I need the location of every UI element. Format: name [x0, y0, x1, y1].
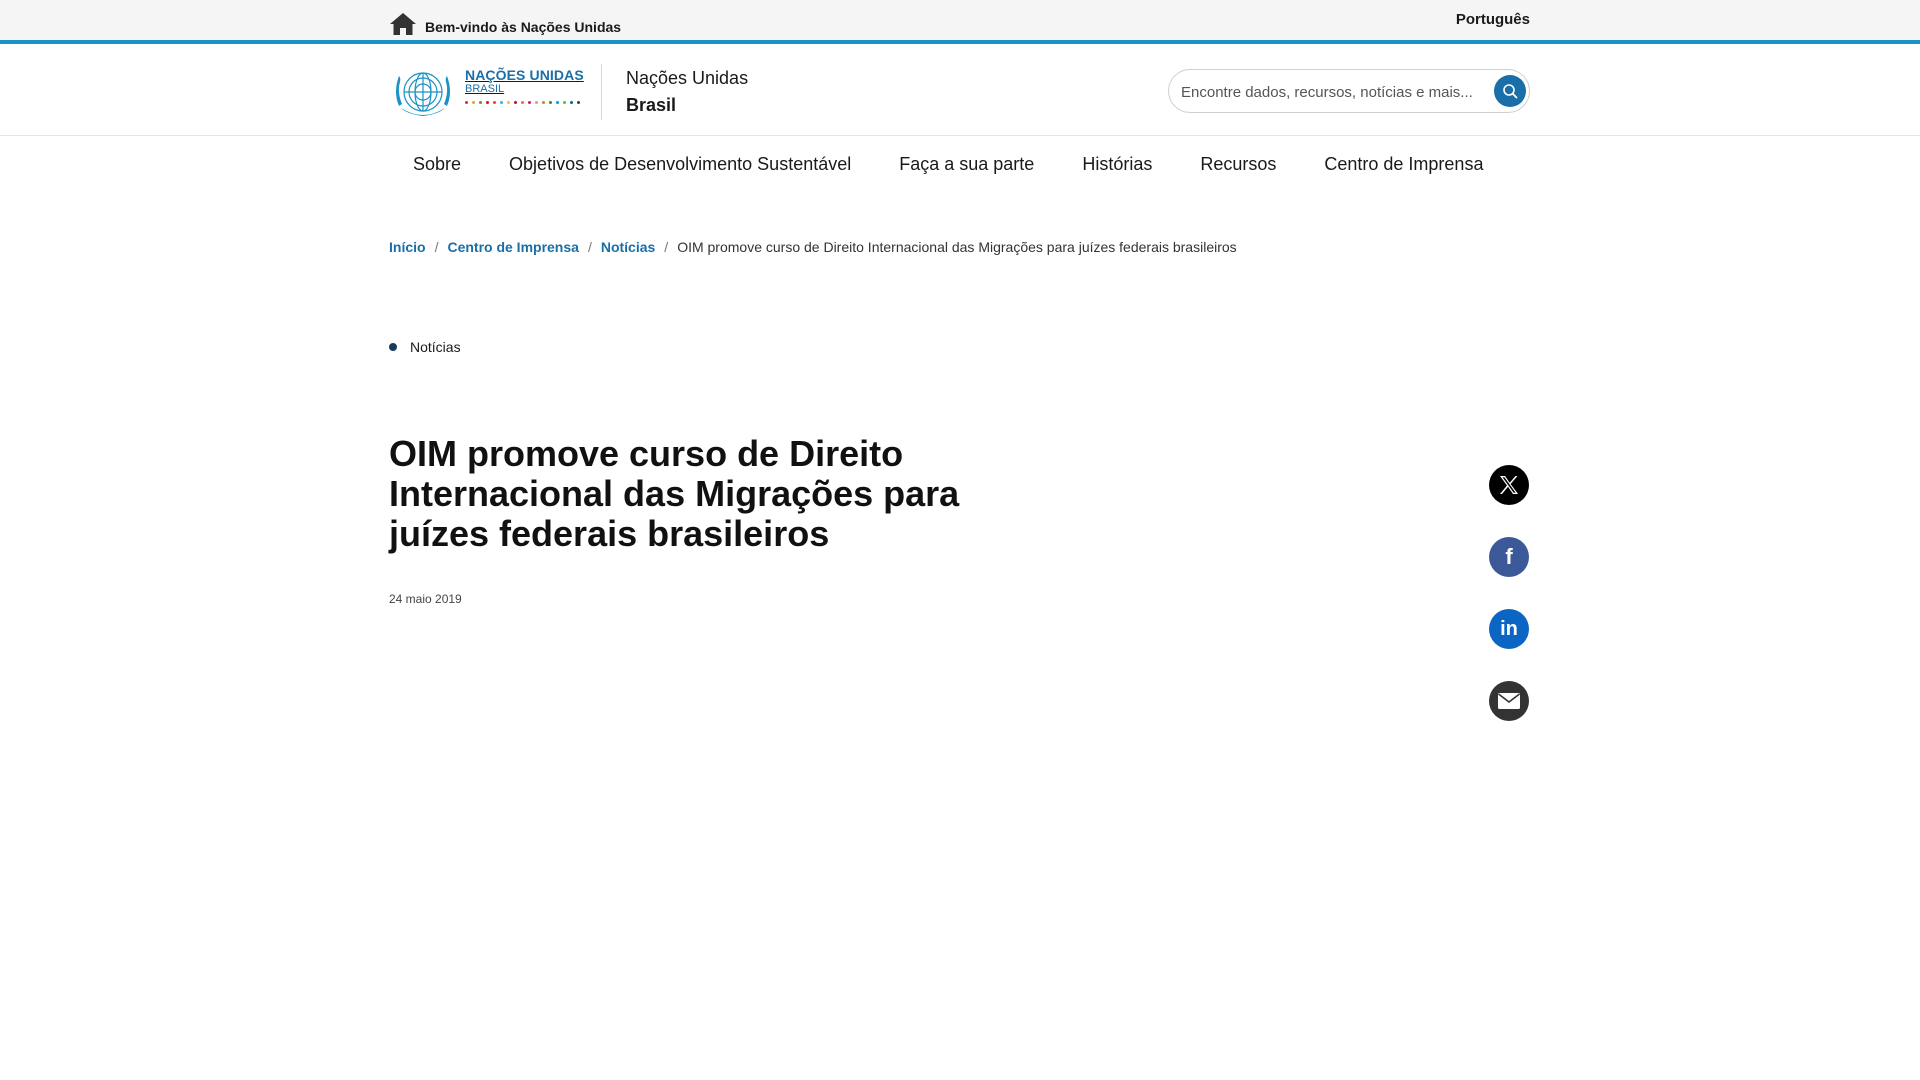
welcome-text: Bem-vindo às Nações Unidas [425, 19, 622, 35]
share-email-button[interactable] [1489, 681, 1529, 721]
sdg-dot [521, 101, 524, 104]
breadcrumb-separator: / [434, 239, 439, 255]
site-header: NAÇÕES UNIDAS BRASIL Nações Unidas Brasi… [0, 48, 1920, 136]
search-box [1168, 69, 1530, 113]
language-selector[interactable]: Português [1456, 11, 1530, 28]
sdg-dot [500, 101, 503, 104]
nav-item-sobre[interactable]: Sobre [389, 154, 485, 175]
sdg-dot [507, 101, 510, 104]
article-date: 24 maio 2019 [389, 592, 462, 606]
sdg-dot [556, 101, 559, 104]
category-label: Notícias [410, 339, 461, 355]
breadcrumb: Início / Centro de Imprensa / Notícias /… [389, 239, 1237, 255]
home-icon [390, 13, 416, 35]
un-brasil-logo[interactable]: NAÇÕES UNIDAS BRASIL [389, 62, 584, 122]
un-emblem-icon [396, 72, 450, 116]
site-name-line2: Brasil [626, 95, 677, 115]
nav-item-faca-sua-parte[interactable]: Faça a sua parte [875, 154, 1058, 175]
linkedin-icon: in [1500, 617, 1518, 640]
breadcrumb-noticias[interactable]: Notícias [601, 239, 655, 255]
sdg-dot [479, 101, 482, 104]
category-dot-icon [389, 343, 397, 351]
main-nav: Sobre Objetivos de Desenvolvimento Suste… [389, 154, 1507, 175]
site-name-line1: Nações Unidas [626, 68, 749, 88]
sdg-dot [549, 101, 552, 104]
sdg-dot [577, 101, 580, 104]
logo-title: NAÇÕES UNIDAS [465, 67, 584, 83]
sdg-dot [528, 101, 531, 104]
nav-item-ods[interactable]: Objetivos de Desenvolvimento Sustentável [485, 154, 875, 175]
site-name: Nações Unidas Brasil [626, 68, 748, 116]
category-tag: Notícias [389, 339, 461, 355]
nav-item-recursos[interactable]: Recursos [1176, 154, 1300, 175]
facebook-icon: f [1505, 544, 1513, 569]
sdg-dot [563, 101, 566, 104]
breadcrumb-inicio[interactable]: Início [389, 239, 426, 255]
sdg-dot [535, 101, 538, 104]
sdg-dot [542, 101, 545, 104]
sdg-color-dots [465, 101, 584, 104]
breadcrumb-centro-imprensa[interactable]: Centro de Imprensa [447, 239, 578, 255]
x-icon [1500, 476, 1518, 494]
search-icon [1503, 84, 1518, 99]
sdg-dot [486, 101, 489, 104]
share-linkedin-button[interactable]: in [1489, 609, 1529, 649]
sdg-dot [472, 101, 475, 104]
sdg-dot [570, 101, 573, 104]
sdg-dot [493, 101, 496, 104]
breadcrumb-separator: / [664, 239, 669, 255]
share-facebook-button[interactable]: f [1489, 537, 1529, 577]
welcome-home-link[interactable]: Bem-vindo às Nações Unidas [389, 12, 621, 36]
breadcrumb-separator: / [587, 239, 592, 255]
share-x-button[interactable] [1489, 465, 1529, 505]
page: Bem-vindo às Nações Unidas Português NAÇ… [0, 0, 1920, 1080]
email-icon [1498, 693, 1520, 709]
sdg-dot [514, 101, 517, 104]
social-share: f in [1489, 465, 1529, 721]
search-button[interactable] [1494, 75, 1526, 107]
top-bar: Bem-vindo às Nações Unidas Português [0, 0, 1920, 44]
sdg-dot [465, 101, 468, 104]
nav-item-historias[interactable]: Histórias [1058, 154, 1176, 175]
article-title: OIM promove curso de Direito Internacion… [389, 433, 960, 554]
breadcrumb-current: OIM promove curso de Direito Internacion… [677, 239, 1237, 255]
search-input[interactable] [1181, 80, 1481, 104]
header-divider [601, 64, 602, 120]
nav-item-centro-imprensa[interactable]: Centro de Imprensa [1300, 154, 1507, 175]
logo-subtitle: BRASIL [465, 83, 505, 95]
